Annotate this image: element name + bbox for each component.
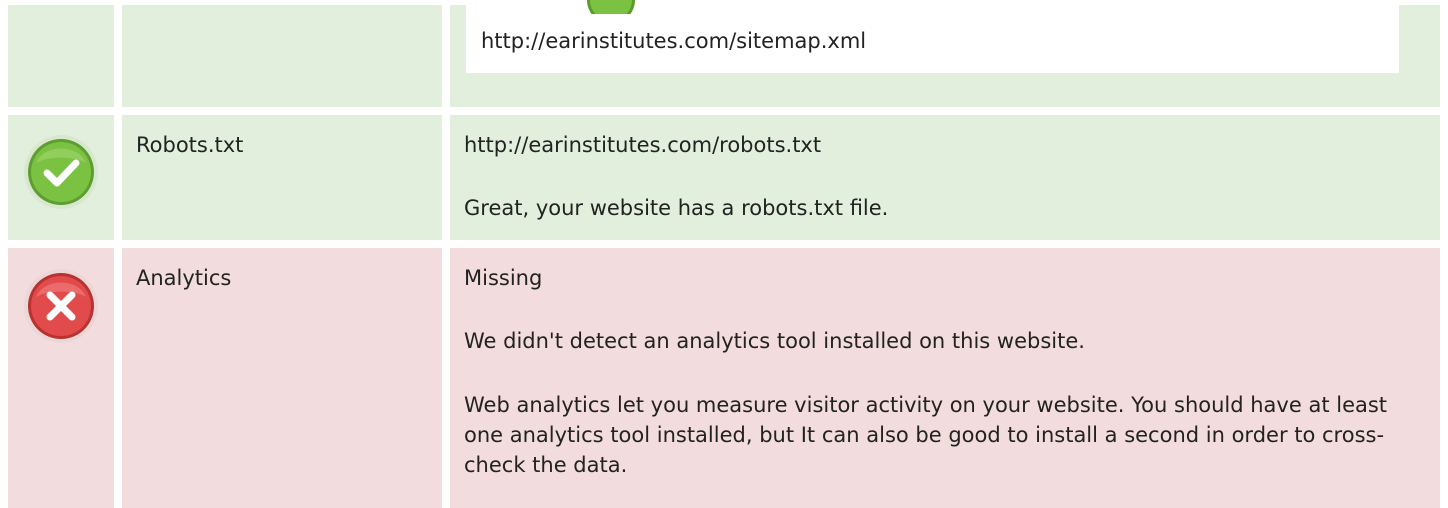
robots-label-cell: Robots.txt — [122, 115, 442, 240]
check-icon — [24, 135, 98, 209]
sitemap-url[interactable]: http://earinstitutes.com/sitemap.xml — [481, 27, 866, 55]
robots-label: Robots.txt — [136, 133, 244, 157]
analytics-icon-cell — [8, 248, 114, 508]
robots-icon-cell — [8, 115, 114, 240]
robots-row: Robots.txt http://earinstitutes.com/robo… — [0, 115, 1448, 240]
sitemap-icon-cell — [8, 5, 114, 107]
sitemap-check-icon — [587, 0, 635, 14]
error-x-icon — [24, 269, 98, 343]
analytics-row: Analytics Missing We didn't detect an an… — [0, 248, 1448, 508]
analytics-description: Web analytics let you measure visitor ac… — [464, 393, 1388, 477]
analytics-value-cell: Missing We didn't detect an analytics to… — [450, 248, 1440, 508]
sitemap-label-cell — [122, 5, 442, 107]
analytics-message: We didn't detect an analytics tool insta… — [464, 329, 1085, 353]
sitemap-row: http://earinstitutes.com/sitemap.xml — [0, 5, 1448, 107]
robots-value-cell: http://earinstitutes.com/robots.txt Grea… — [450, 115, 1440, 240]
analytics-status: Missing — [464, 266, 543, 290]
analytics-label: Analytics — [136, 266, 232, 290]
robots-url[interactable]: http://earinstitutes.com/robots.txt — [464, 131, 821, 159]
robots-message: Great, your website has a robots.txt fil… — [464, 196, 889, 220]
sitemap-url-box: http://earinstitutes.com/sitemap.xml — [466, 5, 1399, 73]
analytics-label-cell: Analytics — [122, 248, 442, 508]
